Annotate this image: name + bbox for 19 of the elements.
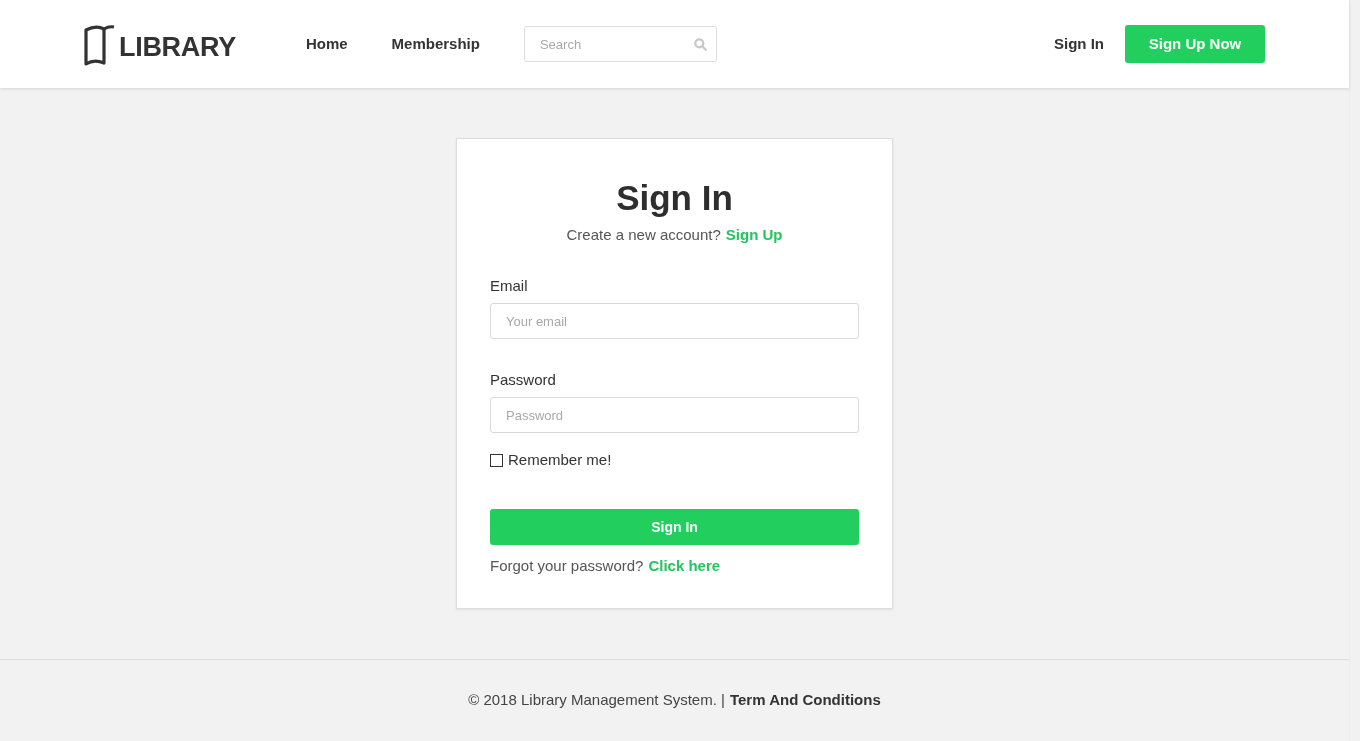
search-field[interactable]: Search <box>523 26 717 62</box>
field-label: Email <box>490 276 529 296</box>
nav-link[interactable]: Home <box>305 32 348 56</box>
checkbox[interactable] <box>490 453 503 467</box>
terms-link[interactable]: Term And Conditions <box>729 689 881 712</box>
sign-up-prompt: Create a new account? <box>566 225 721 245</box>
open-book-icon <box>84 24 116 66</box>
input-field[interactable]: Password <box>490 397 859 433</box>
logo-text: LIBRARY <box>119 33 236 61</box>
copyright-text: © 2018 Library Management System. | <box>468 690 725 711</box>
input-field[interactable]: Your email <box>490 303 859 339</box>
search-icon <box>693 38 707 51</box>
forgot-password-prompt: Forgot your password? <box>490 556 644 576</box>
field-label: Password <box>490 370 557 390</box>
form-title: Sign In <box>615 178 734 218</box>
remember-me-label: Remember me! <box>508 450 612 470</box>
nav-link[interactable]: Membership <box>391 32 480 56</box>
sign-in-link[interactable]: Sign In <box>1054 32 1104 56</box>
library-logo[interactable]: LIBRARY <box>84 24 236 66</box>
